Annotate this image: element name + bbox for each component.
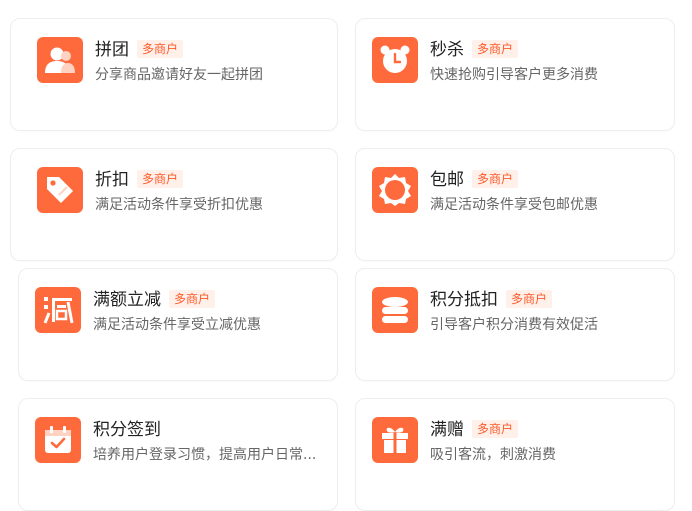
reduce-icon [35,287,81,333]
calendar-check-icon [35,417,81,463]
multi-merchant-badge: 多商户 [137,40,184,58]
multi-merchant-badge: 多商户 [506,290,553,308]
multi-merchant-badge: 多商户 [169,290,216,308]
gift-icon [372,417,418,463]
card-description: 满足活动条件享受包邮优惠 [430,197,598,213]
multi-merchant-badge: 多商户 [472,40,519,58]
card-description: 培养用户登录习惯，提高用户日常... [93,447,317,463]
card-title-text: 秒杀 [430,40,464,60]
card-title-text: 满额立减 [93,290,161,310]
card-title: 折扣 多商户 [95,169,184,191]
multi-merchant-badge: 多商户 [472,420,519,438]
multi-merchant-badge: 多商户 [472,170,519,188]
discount-tag-icon [37,167,83,213]
card-title-text: 折扣 [95,170,129,190]
card-description: 满足活动条件享受立减优惠 [93,317,261,333]
card-description: 快速抢购引导客户更多消费 [430,67,598,83]
card-title: 积分抵扣 多商户 [430,289,553,311]
card-title: 秒杀 多商户 [430,39,519,61]
group-buy-icon [37,37,83,83]
free-shipping-seal-icon [372,167,418,213]
card-free-shipping[interactable]: 包邮 多商户 满足活动条件享受包邮优惠 [355,148,675,261]
card-description: 满足活动条件享受折扣优惠 [95,197,263,213]
card-discount[interactable]: 折扣 多商户 满足活动条件享受折扣优惠 [10,148,338,261]
card-title: 满额立减 多商户 [93,289,216,311]
card-description: 吸引客流，刺激消费 [430,447,556,463]
card-flash-sale[interactable]: 秒杀 多商户 快速抢购引导客户更多消费 [355,18,675,131]
card-points-checkin[interactable]: 积分签到 培养用户登录习惯，提高用户日常... [18,398,338,511]
card-title: 包邮 多商户 [430,169,519,191]
coin-stack-icon [372,287,418,333]
alarm-clock-icon [372,37,418,83]
card-points-deduction[interactable]: 积分抵扣 多商户 引导客户积分消费有效促活 [355,268,675,381]
card-title-text: 积分签到 [93,420,161,440]
card-title-text: 满赠 [430,420,464,440]
card-full-gift[interactable]: 满赠 多商户 吸引客流，刺激消费 [355,398,675,511]
card-title: 满赠 多商户 [430,419,519,441]
card-title: 拼团 多商户 [95,39,184,61]
card-description: 分享商品邀请好友一起拼团 [95,67,263,83]
card-full-reduction[interactable]: 满额立减 多商户 满足活动条件享受立减优惠 [18,268,338,381]
card-title-text: 积分抵扣 [430,290,498,310]
card-group-buy[interactable]: 拼团 多商户 分享商品邀请好友一起拼团 [10,18,338,131]
card-title-text: 拼团 [95,40,129,60]
card-description: 引导客户积分消费有效促活 [430,317,598,333]
multi-merchant-badge: 多商户 [137,170,184,188]
card-title-text: 包邮 [430,170,464,190]
card-title: 积分签到 [93,419,161,441]
